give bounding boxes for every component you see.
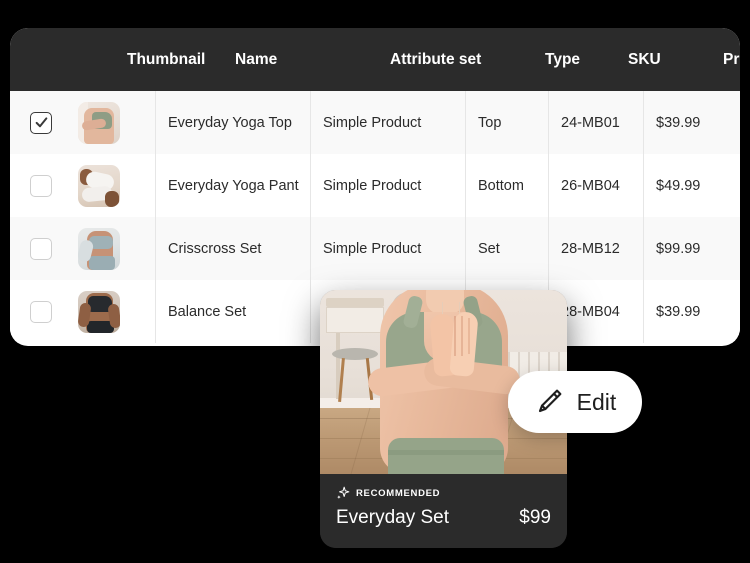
row-checkbox[interactable] [30,300,52,323]
row-checkbox[interactable] [30,174,52,197]
table-row[interactable]: Everyday Yoga Pant Simple Product Bottom… [10,154,740,217]
product-card-title: Everyday Set [336,507,449,528]
product-thumbnail-image [78,101,120,144]
row-select-cell[interactable] [10,111,78,134]
cell-name: Everyday Yoga Pant [155,154,310,217]
edit-button-label: Edit [576,388,617,415]
row-thumbnail-cell [78,164,155,207]
cell-name: Everyday Yoga Top [155,91,310,154]
header-cell-name: Name [235,50,278,68]
header-cell-sku: SKU [628,50,661,68]
product-card-footer: RECOMMENDED Everyday Set $99 [320,474,567,548]
cell-type: Top [465,91,548,154]
table-header-row: Thumbnail Name Attribute set Type SKU Pr… [10,28,740,91]
table-row[interactable]: Crisscross Set Simple Product Set 28-MB1… [10,217,740,280]
header-cell-type: Type [545,50,581,68]
cell-sku: 24-MB01 [548,91,643,154]
row-select-cell[interactable] [10,174,78,197]
cell-price: $99.99 [643,217,740,280]
cell-type: Bottom [465,154,548,217]
cell-name: Crisscross Set [155,217,310,280]
row-thumbnail-cell [78,227,155,270]
row-checkbox[interactable] [30,237,52,260]
check-icon [35,117,47,128]
product-thumbnail-image [78,164,120,207]
row-checkbox[interactable] [30,111,52,134]
row-select-cell[interactable] [10,300,78,323]
cell-sku: 28-MB12 [548,217,643,280]
header-cell-attribute-set: Attribute set [390,50,482,68]
cell-price: $39.99 [643,91,740,154]
table-row[interactable]: Everyday Yoga Top Simple Product Top 24-… [10,91,740,154]
recommended-badge: RECOMMENDED [336,486,551,500]
cell-type: Set [465,217,548,280]
cell-name: Balance Set [155,280,310,343]
recommended-badge-label: RECOMMENDED [356,487,441,499]
product-card-title-row: Everyday Set $99 [336,507,551,529]
cell-attribute-set: Simple Product [310,154,465,217]
product-card-price: $99 [519,507,551,528]
cell-attribute-set: Simple Product [310,217,465,280]
edit-button[interactable]: Edit [508,371,642,433]
pencil-icon [538,389,562,413]
sparkle-icon [337,486,350,499]
row-thumbnail-cell [78,290,155,333]
product-thumbnail-image [78,290,120,333]
cell-sku: 26-MB04 [548,154,643,217]
row-thumbnail-cell [78,101,155,144]
header-cell-thumbnail: Thumbnail [127,50,206,68]
row-select-cell[interactable] [10,237,78,260]
cell-attribute-set: Simple Product [310,91,465,154]
cell-price: $49.99 [643,154,740,217]
cell-price: $39.99 [643,280,740,343]
product-thumbnail-image [78,227,120,270]
header-cell-price: Price [723,50,740,68]
